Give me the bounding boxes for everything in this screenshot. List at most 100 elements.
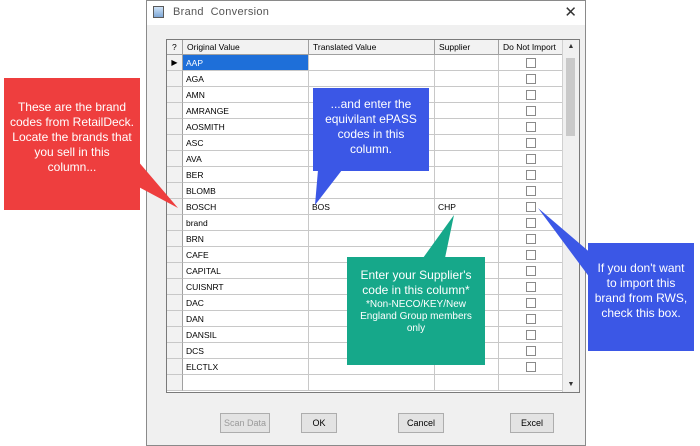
table-row[interactable]: AGA [167, 71, 563, 87]
original-value-cell[interactable]: AAP [183, 55, 309, 71]
scroll-down-icon[interactable]: ▼ [563, 378, 579, 392]
header-supplier[interactable]: Supplier [435, 40, 499, 54]
translated-value-cell[interactable] [309, 231, 435, 247]
original-value-cell[interactable]: AGA [183, 71, 309, 87]
row-selector: ▶ [167, 55, 183, 71]
original-value-cell[interactable]: brand [183, 215, 309, 231]
supplier-cell[interactable] [435, 135, 499, 151]
original-value-cell[interactable]: BER [183, 167, 309, 183]
row-selector [167, 151, 183, 167]
do-not-import-checkbox[interactable] [525, 137, 536, 148]
do-not-import-checkbox[interactable] [525, 57, 536, 68]
original-value-cell[interactable] [183, 375, 309, 391]
table-row[interactable]: BLOMB [167, 183, 563, 199]
supplier-cell[interactable] [435, 119, 499, 135]
do-not-import-checkbox[interactable] [525, 201, 536, 212]
do-not-import-checkbox[interactable] [525, 329, 536, 340]
do-not-import-checkbox[interactable] [525, 345, 536, 356]
supplier-cell[interactable]: CHP [435, 199, 499, 215]
do-not-import-checkbox[interactable] [525, 361, 536, 372]
header-original-value[interactable]: Original Value [183, 40, 309, 54]
excel-button[interactable]: Excel [510, 413, 554, 433]
supplier-cell[interactable] [435, 167, 499, 183]
supplier-cell[interactable] [435, 215, 499, 231]
original-value-cell[interactable]: BLOMB [183, 183, 309, 199]
row-selector [167, 359, 183, 375]
blue-center-callout-text: ...and enter the equivilant ePASS codes … [325, 97, 417, 156]
do-not-import-checkbox[interactable] [525, 233, 536, 244]
do-not-import-checkbox[interactable] [525, 105, 536, 116]
close-icon[interactable]: ✕ [564, 3, 577, 21]
table-row[interactable] [167, 375, 563, 391]
row-selector [167, 247, 183, 263]
header-row-selector: ? [167, 40, 183, 54]
do-not-import-checkbox[interactable] [525, 313, 536, 324]
ok-button[interactable]: OK [301, 413, 337, 433]
original-value-cell[interactable]: ASC [183, 135, 309, 151]
original-value-cell[interactable]: CAFE [183, 247, 309, 263]
do-not-import-checkbox[interactable] [525, 169, 536, 180]
supplier-cell[interactable] [435, 151, 499, 167]
translated-value-cell[interactable] [309, 55, 435, 71]
original-value-cell[interactable]: CAPITAL [183, 263, 309, 279]
table-row[interactable]: BRN [167, 231, 563, 247]
row-selector [167, 103, 183, 119]
original-value-cell[interactable]: DAC [183, 295, 309, 311]
original-value-cell[interactable]: AMRANGE [183, 103, 309, 119]
original-value-cell[interactable]: AOSMITH [183, 119, 309, 135]
do-not-import-cell [499, 359, 563, 375]
do-not-import-checkbox[interactable] [525, 265, 536, 276]
table-row[interactable]: brand [167, 215, 563, 231]
scroll-up-icon[interactable]: ▲ [563, 40, 579, 54]
translated-value-cell[interactable]: BOS [309, 199, 435, 215]
original-value-cell[interactable]: BOSCH [183, 199, 309, 215]
do-not-import-checkbox[interactable] [525, 185, 536, 196]
original-value-cell[interactable]: AVA [183, 151, 309, 167]
row-selector [167, 263, 183, 279]
original-value-cell[interactable]: DCS [183, 343, 309, 359]
do-not-import-checkbox[interactable] [525, 153, 536, 164]
supplier-cell[interactable] [435, 55, 499, 71]
original-value-cell[interactable]: CUISNRT [183, 279, 309, 295]
original-value-cell[interactable]: DAN [183, 311, 309, 327]
do-not-import-checkbox[interactable] [525, 297, 536, 308]
do-not-import-checkbox[interactable] [525, 281, 536, 292]
supplier-cell[interactable] [435, 71, 499, 87]
supplier-cell[interactable] [435, 183, 499, 199]
supplier-cell[interactable] [435, 87, 499, 103]
title-bar: Brand Conversion ✕ [147, 1, 585, 25]
header-do-not-import[interactable]: Do Not Import [499, 40, 563, 54]
window-title: Brand Conversion [173, 6, 270, 18]
do-not-import-checkbox[interactable] [525, 217, 536, 228]
do-not-import-checkbox[interactable] [525, 249, 536, 260]
do-not-import-cell [499, 375, 563, 391]
blue-right-callout-text: If you don't want to import this brand f… [594, 261, 688, 320]
translated-value-cell[interactable] [309, 215, 435, 231]
translated-value-cell[interactable] [309, 71, 435, 87]
do-not-import-cell [499, 311, 563, 327]
do-not-import-cell [499, 135, 563, 151]
do-not-import-checkbox[interactable] [525, 121, 536, 132]
original-value-cell[interactable]: BRN [183, 231, 309, 247]
table-row[interactable]: BOSCH BOS CHP [167, 199, 563, 215]
app-icon [153, 6, 164, 18]
scan-data-button[interactable]: Scan Data [220, 413, 270, 433]
supplier-cell[interactable] [435, 103, 499, 119]
row-selector [167, 231, 183, 247]
vertical-scrollbar[interactable]: ▲ ▼ [562, 40, 579, 392]
scroll-thumb[interactable] [566, 58, 575, 136]
original-value-cell[interactable]: DANSIL [183, 327, 309, 343]
supplier-cell[interactable] [435, 375, 499, 391]
do-not-import-checkbox[interactable] [525, 89, 536, 100]
translated-value-cell[interactable] [309, 183, 435, 199]
supplier-cell[interactable] [435, 231, 499, 247]
translated-value-cell[interactable] [309, 375, 435, 391]
original-value-cell[interactable]: AMN [183, 87, 309, 103]
original-value-cell[interactable]: ELCTLX [183, 359, 309, 375]
header-translated-value[interactable]: Translated Value [309, 40, 435, 54]
do-not-import-checkbox[interactable] [525, 73, 536, 84]
do-not-import-cell [499, 279, 563, 295]
cancel-button[interactable]: Cancel [398, 413, 444, 433]
table-row[interactable]: ▶ AAP [167, 55, 563, 71]
do-not-import-cell [499, 119, 563, 135]
